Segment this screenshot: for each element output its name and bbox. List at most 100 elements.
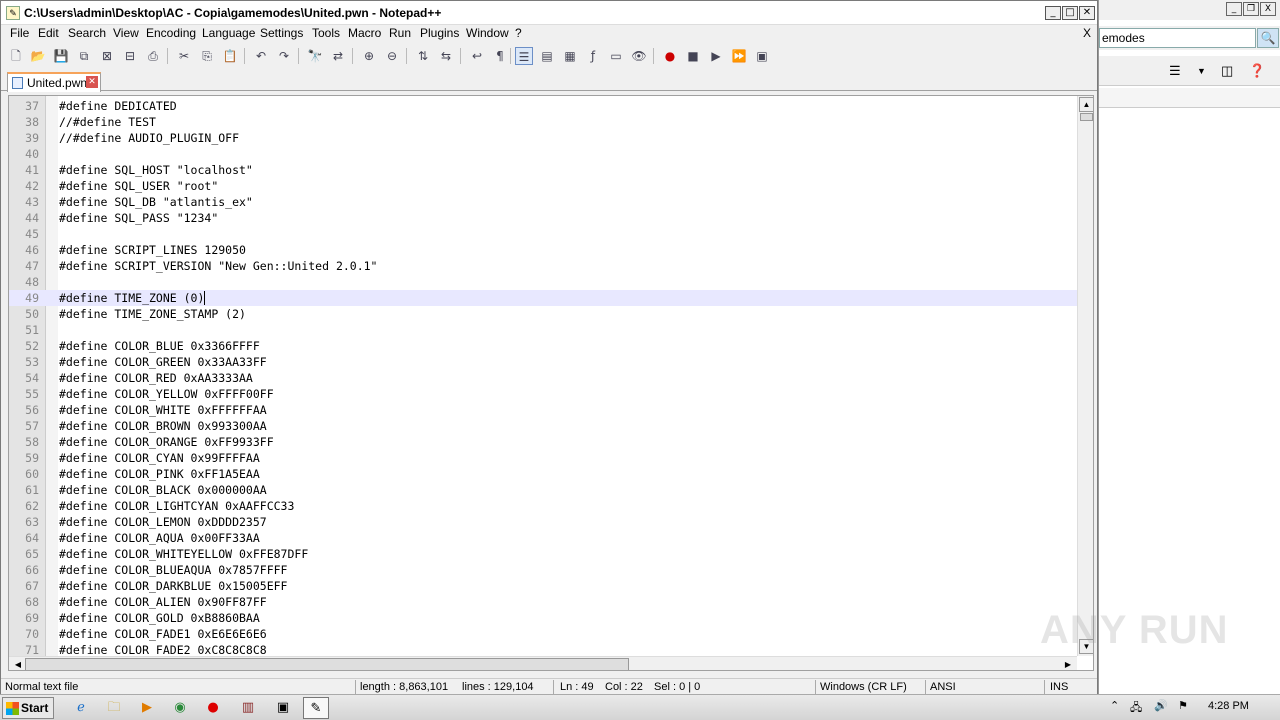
code-line[interactable]: 46 #define SCRIPT_LINES 129050 — [9, 242, 1077, 258]
play-macro-icon[interactable]: ▶ — [707, 47, 725, 65]
code-editor[interactable]: 37 #define DEDICATED 38 //#define TEST 39 //#… — [8, 95, 1094, 671]
cut-icon[interactable]: ✂ — [175, 47, 193, 65]
address-field[interactable]: emodes — [1099, 28, 1256, 48]
replace-icon[interactable]: ⇄ — [329, 47, 347, 65]
minimize-button[interactable]: _ — [1226, 2, 1242, 16]
code-line[interactable]: 65 #define COLOR_WHITEYELLOW 0xFFE87DFF — [9, 546, 1077, 562]
menu-view[interactable]: View — [113, 26, 139, 40]
stop-macro-icon[interactable]: ■ — [684, 47, 702, 65]
preview-pane-icon[interactable]: ◫ — [1221, 63, 1233, 79]
user-defined-language-icon[interactable]: ▤ — [538, 47, 556, 65]
code-line[interactable]: 59 #define COLOR_CYAN 0x99FFFFAA — [9, 450, 1077, 466]
menu-settings[interactable]: Settings — [260, 26, 303, 40]
run-macro-multiple-icon[interactable]: ⏩ — [730, 47, 748, 65]
open-file-icon[interactable]: 📂 — [29, 47, 47, 65]
find-icon[interactable]: 🔭 — [306, 47, 324, 65]
code-line[interactable]: 55 #define COLOR_YELLOW 0xFFFF00FF — [9, 386, 1077, 402]
winrar-icon[interactable]: ▥ — [235, 697, 261, 719]
code-line[interactable]: 70 #define COLOR_FADE1 0xE6E6E6E6 — [9, 626, 1077, 642]
code-line[interactable]: 58 #define COLOR_ORANGE 0xFF9933FF — [9, 434, 1077, 450]
vertical-scrollbar[interactable]: ▲ ▼ — [1077, 96, 1093, 656]
indent-guide-icon[interactable]: ☰ — [515, 47, 533, 65]
monitoring-icon[interactable]: 👁 — [630, 47, 648, 65]
internet-explorer-icon[interactable]: ℯ — [68, 697, 94, 719]
search-icon[interactable]: 🔍 — [1257, 28, 1279, 48]
code-line[interactable]: 53 #define COLOR_GREEN 0x33AA33FF — [9, 354, 1077, 370]
copy-icon[interactable]: ⎘ — [198, 47, 216, 65]
code-line[interactable]: 68 #define COLOR_ALIEN 0x90FF87FF — [9, 594, 1077, 610]
code-line[interactable]: 37 #define DEDICATED — [9, 98, 1077, 114]
explorer-folder-icon[interactable]: 🗀 — [101, 697, 127, 719]
sync-vertical-icon[interactable]: ⇅ — [414, 47, 432, 65]
menu-search[interactable]: Search — [68, 26, 106, 40]
chrome-icon[interactable]: ◉ — [167, 697, 193, 719]
menu-language[interactable]: Language — [202, 26, 255, 40]
code-line[interactable]: 61 #define COLOR_BLACK 0x000000AA — [9, 482, 1077, 498]
maximize-button[interactable]: □ — [1062, 6, 1078, 20]
opera-icon[interactable]: ● — [200, 697, 226, 719]
clock[interactable]: 4:28 PM — [1208, 700, 1249, 712]
scroll-right-icon[interactable]: ▶ — [1061, 658, 1075, 670]
code-line[interactable]: 43 #define SQL_DB "atlantis_ex" — [9, 194, 1077, 210]
view-options-icon[interactable]: ☰ — [1169, 63, 1181, 79]
code-line[interactable]: 63 #define COLOR_LEMON 0xDDDD2357 — [9, 514, 1077, 530]
code-line[interactable]: 48 — [9, 274, 1077, 290]
code-line[interactable]: 51 — [9, 322, 1077, 338]
vertical-scroll-thumb[interactable] — [1080, 113, 1093, 121]
code-line[interactable]: 54 #define COLOR_RED 0xAA3333AA — [9, 370, 1077, 386]
restore-button[interactable]: ❐ — [1243, 2, 1259, 16]
record-macro-icon[interactable]: ● — [661, 47, 679, 65]
code-line[interactable]: 57 #define COLOR_BROWN 0x993300AA — [9, 418, 1077, 434]
save-icon[interactable]: 💾 — [52, 47, 70, 65]
folder-as-workspace-icon[interactable]: ▭ — [607, 47, 625, 65]
horizontal-scroll-thumb[interactable] — [25, 658, 629, 670]
help-icon[interactable]: ❓ — [1249, 63, 1265, 79]
close-all-icon[interactable]: ⊟ — [121, 47, 139, 65]
menu-edit[interactable]: Edit — [38, 26, 59, 40]
menu-tools[interactable]: Tools — [312, 26, 340, 40]
close-tab-icon[interactable]: ✕ — [86, 76, 98, 88]
code-line[interactable]: 62 #define COLOR_LIGHTCYAN 0xAAFFCC33 — [9, 498, 1077, 514]
menu-window[interactable]: Window — [466, 26, 509, 40]
network-icon[interactable]: 🖧 — [1130, 699, 1142, 718]
close-button[interactable]: X — [1260, 2, 1276, 16]
save-all-icon[interactable]: ⧉ — [75, 47, 93, 65]
menu-run[interactable]: Run — [389, 26, 411, 40]
media-player-icon[interactable]: ▶ — [134, 697, 160, 719]
menu-macro[interactable]: Macro — [348, 26, 381, 40]
sync-horizontal-icon[interactable]: ⇆ — [437, 47, 455, 65]
code-line[interactable]: 42 #define SQL_USER "root" — [9, 178, 1077, 194]
code-line[interactable]: 60 #define COLOR_PINK 0xFF1A5EAA — [9, 466, 1077, 482]
undo-icon[interactable]: ↶ — [252, 47, 270, 65]
code-line[interactable]: 39 //#define AUDIO_PLUGIN_OFF — [9, 130, 1077, 146]
save-macro-icon[interactable]: ▣ — [753, 47, 771, 65]
close-document-button[interactable]: X — [1083, 26, 1091, 40]
code-line[interactable]: 38 //#define TEST — [9, 114, 1077, 130]
print-icon[interactable]: ⎙ — [144, 47, 162, 65]
document-map-icon[interactable]: ▦ — [561, 47, 579, 65]
minimize-button[interactable]: _ — [1045, 6, 1061, 20]
code-line[interactable]: 67 #define COLOR_DARKBLUE 0x15005EFF — [9, 578, 1077, 594]
menu-help[interactable]: ? — [515, 26, 522, 40]
horizontal-scrollbar[interactable]: ◀ ▶ — [9, 656, 1077, 670]
tab-united-pwn[interactable]: United.pwn ✕ — [7, 72, 101, 92]
code-line[interactable]: 40 — [9, 146, 1077, 162]
redo-icon[interactable]: ↷ — [275, 47, 293, 65]
close-file-icon[interactable]: ⊠ — [98, 47, 116, 65]
zoom-out-icon[interactable]: ⊖ — [383, 47, 401, 65]
code-line[interactable]: 44 #define SQL_PASS "1234" — [9, 210, 1077, 226]
close-button[interactable]: ✕ — [1079, 6, 1095, 20]
show-all-characters-icon[interactable]: ¶ — [491, 47, 509, 65]
code-line[interactable]: 64 #define COLOR_AQUA 0x00FF33AA — [9, 530, 1077, 546]
volume-icon[interactable]: 🔊 — [1154, 699, 1168, 712]
word-wrap-icon[interactable]: ↩ — [468, 47, 486, 65]
code-line[interactable]: 56 #define COLOR_WHITE 0xFFFFFFAA — [9, 402, 1077, 418]
code-line[interactable]: 41 #define SQL_HOST "localhost" — [9, 162, 1077, 178]
code-line[interactable]: 66 #define COLOR_BLUEAQUA 0x7857FFFF — [9, 562, 1077, 578]
code-line[interactable]: 49 #define TIME_ZONE (0) — [9, 290, 1077, 306]
start-button[interactable]: Start — [2, 697, 54, 719]
action-center-flag-icon[interactable]: ⚑ — [1178, 699, 1188, 712]
window-switch-icon[interactable]: ▣ — [270, 697, 296, 719]
function-list-icon[interactable]: ƒ — [584, 47, 602, 65]
notepadpp-taskbar-icon[interactable]: ✎ — [303, 697, 329, 719]
